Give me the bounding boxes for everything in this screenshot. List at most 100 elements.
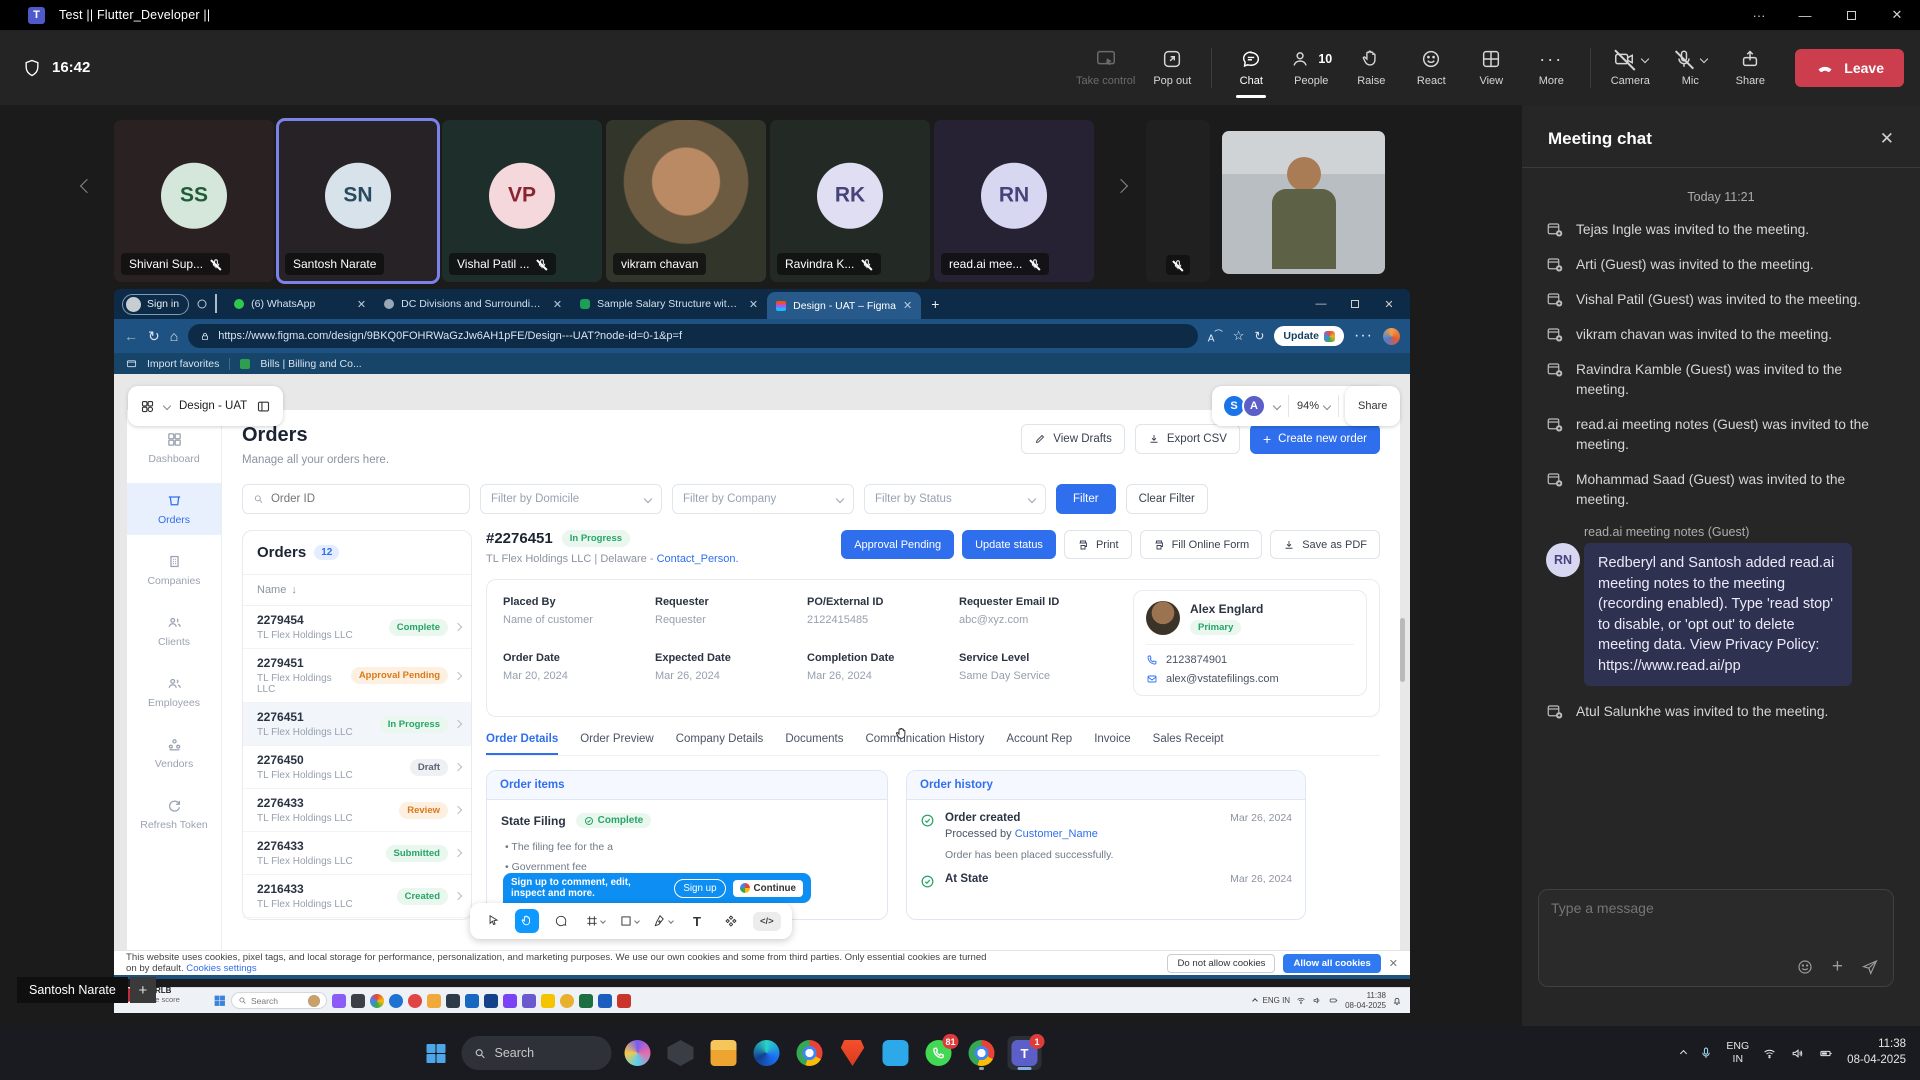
taskbar-clock[interactable]: 11:38 08-04-2025 [1847,1037,1906,1068]
tab-close-icon[interactable]: ✕ [553,298,562,311]
tab-order-details[interactable]: Order Details [486,733,558,755]
order-row[interactable]: 2279454TL Flex Holdings LLC Complete [243,606,471,649]
zoom-control[interactable]: 94% [1297,400,1330,412]
approval-pending-button[interactable]: Approval Pending [841,530,954,559]
order-row[interactable]: 2276433TL Flex Holdings LLC Submitted [243,832,471,875]
sidebar-item-companies[interactable]: Companies [127,544,221,596]
shared-taskbar-app-icon[interactable] [579,994,593,1008]
participant-tile[interactable]: VP Vishal Patil ... [442,120,602,282]
order-row-selected[interactable]: 2276451TL Flex Holdings LLC In Progress [243,703,471,746]
browser-essentials-icon[interactable] [1383,328,1400,345]
shared-search-box[interactable]: Search [231,992,327,1009]
tab-account-rep[interactable]: Account Rep [1006,733,1072,755]
url-bar[interactable]: https://www.figma.com/design/9BKQ0FOHRWa… [188,324,1197,348]
shared-taskbar-app-icon[interactable] [446,994,460,1008]
start-button[interactable] [419,1036,453,1070]
shared-taskbar-app-icon[interactable] [465,994,479,1008]
camera-button[interactable]: Camera [1601,36,1659,100]
collab-chevron-icon[interactable] [1273,402,1281,410]
participant-tile[interactable]: SS Shivani Sup... [114,120,274,282]
tab-close-icon[interactable]: ✕ [903,299,912,312]
edge-icon[interactable] [750,1036,784,1070]
order-id-search[interactable] [242,484,470,514]
chrome-profile-icon[interactable] [965,1036,999,1070]
mic-button[interactable]: Mic [1661,36,1719,100]
tray-chevron-icon[interactable] [1680,1049,1687,1056]
chat-close-icon[interactable]: ✕ [1880,129,1894,149]
tab-invoice[interactable]: Invoice [1094,733,1130,755]
minimize-button[interactable]: — [1782,0,1828,30]
share-button[interactable]: Share [1721,36,1779,100]
sidebar-item-refresh-token[interactable]: Refresh Token [127,788,221,840]
brave-icon[interactable] [836,1036,870,1070]
dev-mode-icon[interactable]: </> [753,912,781,931]
camera-options-chevron-icon[interactable] [1641,55,1649,63]
raise-hand-button[interactable]: Raise [1342,36,1400,100]
cookies-settings-link[interactable]: Cookies settings [186,963,256,974]
order-row[interactable]: 2279451TL Flex Holdings LLC Approval Pen… [243,649,471,703]
volume-icon[interactable] [1790,1047,1805,1060]
mic-options-chevron-icon[interactable] [1700,55,1708,63]
maximize-button[interactable] [1828,0,1874,30]
teams-taskbar-icon[interactable]: T 1 [1008,1036,1042,1070]
figma-share-button[interactable]: Share [1345,386,1400,426]
tab-company-details[interactable]: Company Details [676,733,764,755]
shared-taskbar-app-icon[interactable] [351,994,365,1008]
participant-tile[interactable]: SN Santosh Narate [278,120,438,282]
figma-menu-icon[interactable] [140,399,155,414]
shared-tray-chevron-icon[interactable] [1252,998,1258,1004]
new-tab-icon[interactable]: + [931,296,939,312]
google-continue-button[interactable]: Continue [733,880,803,897]
presenter-pin-icon[interactable]: + [130,977,156,1003]
customer-name-link[interactable]: Customer_Name [1015,828,1098,840]
shared-taskbar-app-icon[interactable] [541,994,555,1008]
cookie-close-icon[interactable]: ✕ [1389,957,1398,970]
pop-out-button[interactable]: Pop out [1143,36,1201,100]
browser-maximize-icon[interactable] [1338,289,1372,319]
shared-start-icon[interactable] [213,994,226,1007]
sidebar-item-dashboard[interactable]: Dashboard [127,422,221,474]
titlebar-more-icon[interactable]: ··· [1736,0,1782,30]
shared-clock[interactable]: 11:38 08-04-2025 [1345,991,1386,1011]
browser-tab[interactable]: Sample Salary Structure with calc✕ [571,291,767,317]
chat-message-input[interactable] [1551,900,1881,916]
shared-taskbar-app-icon[interactable] [408,994,422,1008]
react-button[interactable]: React [1402,36,1460,100]
shared-taskbar-app-icon[interactable] [617,994,631,1008]
tab-order-preview[interactable]: Order Preview [580,733,654,755]
copilot-icon[interactable] [621,1036,655,1070]
participant-tile[interactable]: RN read.ai mee... [934,120,1094,282]
spotlight-tile[interactable] [1222,131,1385,274]
home-icon[interactable]: ⌂ [170,328,178,344]
tab-sales-receipt[interactable]: Sales Receipt [1153,733,1224,755]
frame-tool-icon[interactable] [583,909,607,933]
filter-status-select[interactable]: Filter by Status [864,484,1046,514]
save-as-pdf-button[interactable]: Save as PDF [1270,530,1380,559]
contact-phone[interactable]: 2123874901 [1166,654,1227,666]
component-tool-icon[interactable] [719,909,743,933]
tab-documents[interactable]: Documents [785,733,843,755]
shared-lang[interactable]: ENG IN [1263,996,1291,1005]
order-row[interactable]: 2216433TL Flex Holdings LLC Created [243,875,471,918]
shared-notification-icon[interactable] [1392,996,1402,1006]
view-drafts-button[interactable]: View Drafts [1021,424,1125,454]
column-header[interactable]: Name [257,584,286,596]
chrome-icon[interactable] [793,1036,827,1070]
browser-profile-button[interactable]: Sign in [122,294,189,315]
browser-tab[interactable]: (6) WhatsApp✕ [225,291,375,317]
send-icon[interactable] [1861,958,1879,976]
taskbar-search[interactable]: Search [462,1036,612,1070]
filter-button[interactable]: Filter [1056,484,1116,514]
hand-tool-icon[interactable] [515,909,539,933]
filter-company-select[interactable]: Filter by Company [672,484,854,514]
contact-person-link[interactable]: Contact_Person. [657,553,739,565]
layout-panel-icon[interactable] [256,399,271,414]
create-new-order-button[interactable]: +Create new order [1250,424,1380,454]
bookmark-bills[interactable]: Bills | Billing and Co... [260,358,361,370]
sync-icon[interactable]: ↻ [1254,329,1264,343]
text-tool-icon[interactable]: T [685,909,709,933]
participant-tile[interactable]: RK Ravindra K... [770,120,930,282]
sidebar-item-orders[interactable]: Orders [127,483,221,535]
whatsapp-icon[interactable]: 81 [922,1036,956,1070]
update-status-button[interactable]: Update status [962,530,1056,559]
